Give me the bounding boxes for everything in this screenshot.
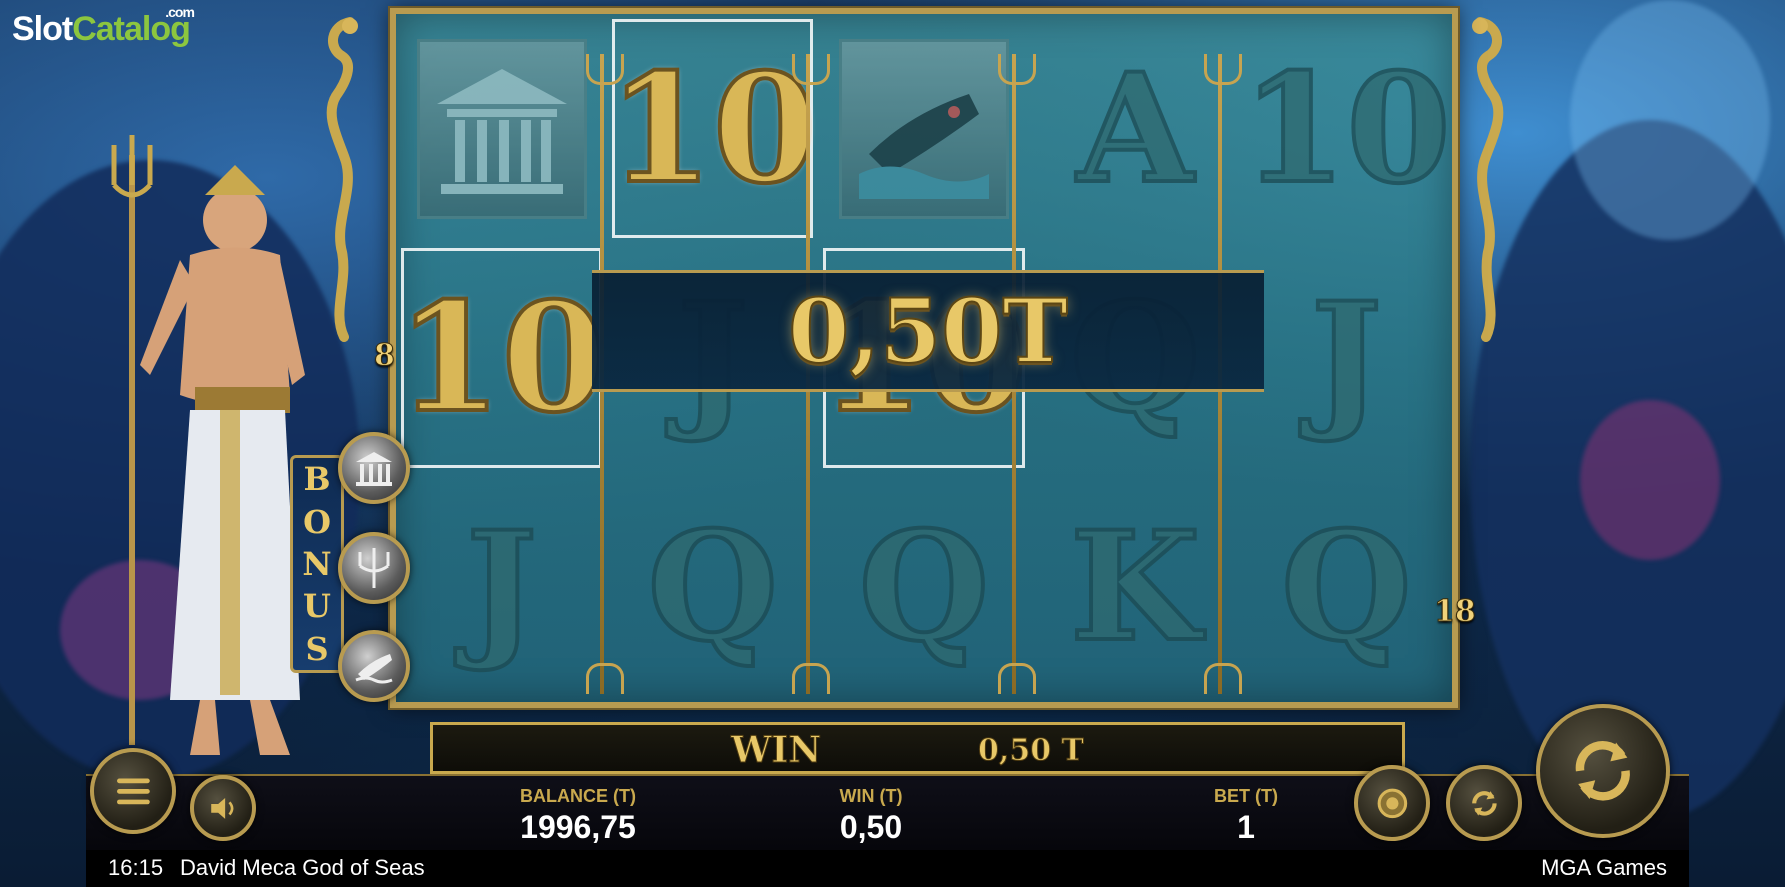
game-scene: SlotCatalog .com 10 A 10 10 J J Q Q K Q … — [0, 0, 1785, 887]
win-display: WIN (T) 0,50 — [806, 786, 936, 846]
ship-icon — [858, 93, 989, 199]
trident-icon — [358, 548, 390, 588]
symbol-j: J — [1309, 269, 1384, 446]
game-title: David Meca God of Seas — [180, 855, 425, 880]
symbol-j: J — [464, 499, 539, 676]
spin-arrows-icon — [1575, 741, 1631, 801]
symbol-q: Q — [1279, 499, 1414, 676]
bonus-panel: B O N U S — [290, 455, 344, 673]
clock-time: 16:15 — [108, 855, 164, 880]
balance-value: 1996,75 — [520, 809, 636, 845]
reel-cell-winning: 10 — [606, 14, 819, 243]
symbol-q: Q — [857, 499, 992, 676]
reel-cell: 10 — [1240, 14, 1453, 243]
reel-cell: A — [1030, 14, 1241, 243]
symbol-10: 10 — [1240, 40, 1453, 217]
bet-display: BET (T) 1 — [1186, 786, 1306, 846]
symbol-k: K — [1068, 499, 1202, 676]
win-amount-text: 0,50T — [787, 278, 1069, 384]
seahorse-right-icon — [1472, 17, 1504, 342]
background-light — [1570, 0, 1770, 240]
win-value: 0,50 — [839, 809, 903, 845]
symbol-q: Q — [645, 499, 780, 676]
win-label: WIN (T) — [839, 786, 903, 806]
reel-cell-winning: 10 — [395, 243, 608, 472]
background-coral — [1580, 400, 1720, 560]
ship-symbol — [838, 38, 1009, 219]
autoplay-icon — [1471, 790, 1497, 816]
win-bar-value: 0,50 T — [978, 733, 1085, 769]
bonus-letter: U — [303, 587, 331, 626]
symbol-10: 10 — [395, 269, 608, 446]
payline-number-right: 18 — [1434, 594, 1477, 630]
symbol-10: 10 — [606, 40, 819, 217]
hamburger-menu-icon — [116, 778, 150, 804]
balance-label: BALANCE (T) — [520, 786, 636, 806]
bet-label: BET (T) — [1214, 786, 1278, 806]
slotcatalog-logo: SlotCatalog .com — [12, 4, 195, 48]
bonus-letter: O — [303, 502, 331, 541]
ship-icon — [355, 654, 393, 684]
reel-cell: Q — [1241, 473, 1452, 702]
coins-icon — [1377, 788, 1407, 818]
reel-cell — [396, 14, 607, 243]
bonus-letter: B — [303, 460, 331, 499]
reel-cell: Q — [818, 473, 1029, 702]
symbol-a: A — [1075, 40, 1195, 217]
payline-number-left: 8 — [374, 338, 396, 374]
sound-button[interactable] — [190, 775, 256, 841]
reel-cell: J — [1241, 243, 1452, 472]
reel-cell: J — [396, 473, 607, 702]
spin-button[interactable] — [1536, 704, 1670, 838]
speaker-icon — [210, 797, 233, 819]
menu-button[interactable] — [90, 748, 176, 834]
footer-bar: 16:15 David Meca God of Seas MGA Games — [86, 850, 1689, 887]
win-amount-banner: 0,50T — [592, 270, 1264, 392]
bonus-letter: N — [302, 544, 332, 583]
bonus-coin-ship — [338, 630, 410, 702]
temple-symbol — [416, 38, 587, 219]
balance-display: BALANCE (T) 1996,75 — [488, 786, 668, 846]
bet-settings-button[interactable] — [1354, 765, 1430, 841]
bonus-letter: S — [305, 629, 329, 668]
bonus-coin-temple — [338, 432, 410, 504]
bet-value: 1 — [1237, 809, 1255, 845]
temple-icon — [356, 452, 392, 486]
temple-icon — [436, 68, 567, 194]
win-bar-label: WIN — [730, 729, 822, 772]
win-bar: WIN 0,50 T — [430, 722, 1405, 774]
reel-cell: Q — [607, 473, 818, 702]
bonus-coin-trident — [338, 532, 410, 604]
provider-name: MGA Games — [1541, 855, 1667, 880]
reel-cell — [818, 14, 1029, 243]
autoplay-button[interactable] — [1446, 765, 1522, 841]
